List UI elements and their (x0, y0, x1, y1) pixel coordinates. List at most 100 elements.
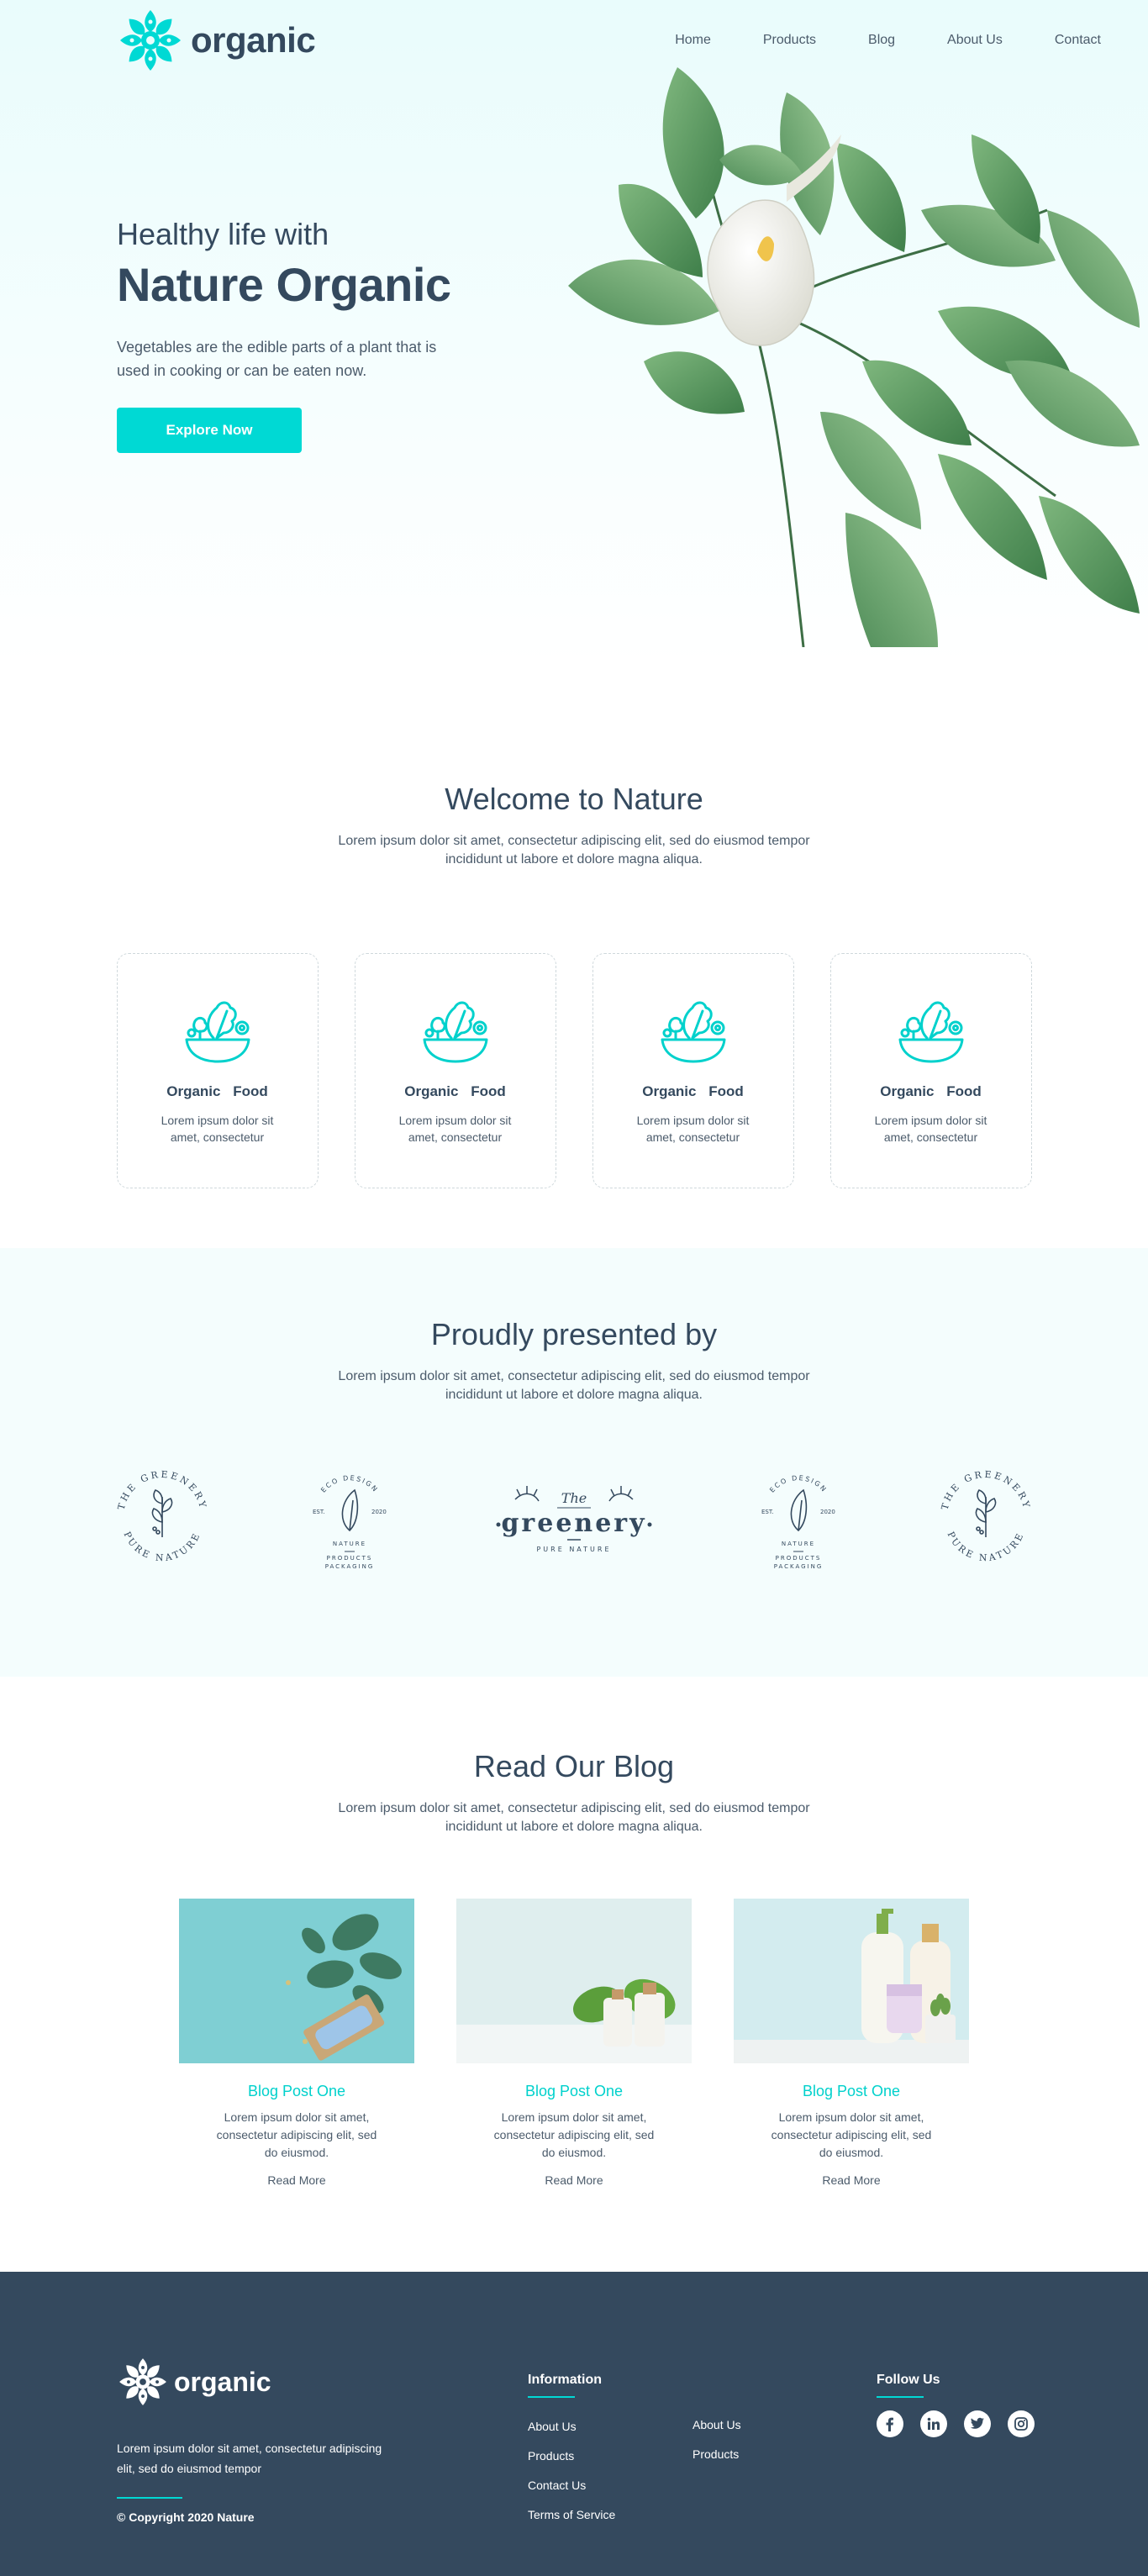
footer-brand[interactable]: organic (117, 2356, 271, 2408)
feature-title: Organic Food (166, 1083, 268, 1099)
brand-name: organic (191, 20, 316, 60)
social-links (877, 2410, 1035, 2437)
blog-title: Read Our Blog (473, 1749, 675, 1783)
copyright-text: © Copyright 2020 Nature (117, 2510, 255, 2524)
hero-title: Nature Organic (117, 258, 451, 311)
linkedin-icon[interactable] (920, 2410, 947, 2437)
svg-text:EST.: EST. (313, 1509, 325, 1515)
blog-post-title[interactable]: Blog Post One (734, 2083, 969, 2100)
blog-post-image[interactable] (734, 1899, 969, 2063)
footer-link-products-2[interactable]: Products (692, 2447, 739, 2461)
svg-text:PACKAGING: PACKAGING (774, 1563, 824, 1570)
feature-description: Lorem ipsum dolor sit amet, consectetur (161, 1114, 274, 1144)
hero-text: Healthy life with Nature Organic Vegetab… (117, 217, 503, 453)
welcome-description: Lorem ipsum dolor sit amet, consectetur … (338, 834, 810, 867)
facebook-icon[interactable] (877, 2410, 903, 2437)
blog-post-title[interactable]: Blog Post One (179, 2083, 414, 2100)
calla-lily-plant-illustration (568, 67, 1140, 647)
footer-link-contact[interactable]: Contact Us (528, 2479, 586, 2492)
svg-text:ECO DESIGN: ECO DESIGN (768, 1474, 829, 1494)
eco-design-badge-logo: ECO DESIGN EST. 2020 NATURE PRODUCTS PAC… (761, 1474, 835, 1570)
salad-bowl-icon (661, 1001, 725, 1063)
feature-title: Organic Food (642, 1083, 744, 1099)
feature-title: Organic Food (404, 1083, 506, 1099)
blog-post-excerpt: Lorem ipsum dolor sit amet, consectetur … (493, 2110, 655, 2159)
welcome-section: Welcome to Nature Lorem ipsum dolor sit … (0, 664, 1148, 1248)
flower-logo-icon (120, 10, 181, 71)
feature-description: Lorem ipsum dolor sit amet, consectetur (398, 1114, 512, 1144)
svg-text:greenery: greenery (501, 1509, 646, 1538)
information-heading-underline (528, 2396, 575, 2398)
information-heading: Information (528, 2373, 602, 2387)
salad-bowl-icon (898, 1001, 963, 1063)
greenery-badge-logo: THE GREENERY PURE NATURE (116, 1469, 207, 1563)
blog-description: Lorem ipsum dolor sit amet, consectetur … (338, 1801, 810, 1834)
feature-cards: Organic Food Lorem ipsum dolor sit amet,… (116, 953, 1032, 1188)
blog-post-title[interactable]: Blog Post One (456, 2083, 692, 2100)
partner-logos: THE GREENERY PURE NATURE ECO DESIGN EST.… (115, 1453, 1033, 1579)
hero-description: Vegetables are the edible parts of a pla… (117, 339, 437, 379)
blog-post-image[interactable] (179, 1899, 414, 2063)
blog-post-image[interactable] (456, 1899, 692, 2063)
brand-logo[interactable]: organic (117, 7, 316, 74)
svg-text:ECO DESIGN: ECO DESIGN (319, 1474, 380, 1494)
blog-posts: Blog Post One Lorem ipsum dolor sit amet… (179, 1899, 969, 2189)
greenery-badge-logo: THE GREENERY PURE NATURE (940, 1469, 1030, 1563)
partners-section: Proudly presented by Lorem ipsum dolor s… (0, 1248, 1148, 1677)
feature-description: Lorem ipsum dolor sit amet, consectetur (874, 1114, 987, 1144)
svg-text:2020: 2020 (820, 1509, 835, 1515)
footer-link-about-2[interactable]: About Us (692, 2418, 741, 2431)
top-nav: organic Home Products Blog About Us Cont… (117, 10, 1101, 71)
hero-section: organic Home Products Blog About Us Cont… (0, 0, 1148, 664)
footer-brand-name: organic (174, 2366, 271, 2397)
hero-subtitle: Healthy life with (117, 217, 329, 251)
read-more-link[interactable]: Read More (267, 2173, 325, 2187)
svg-text:PRODUCTS: PRODUCTS (776, 1555, 822, 1562)
explore-now-button[interactable]: Explore Now (117, 408, 302, 453)
svg-text:PACKAGING: PACKAGING (325, 1563, 375, 1570)
blog-post-card: Blog Post One Lorem ipsum dolor sit amet… (179, 1899, 414, 2189)
salad-bowl-icon (423, 1001, 487, 1063)
feature-card[interactable]: Organic Food Lorem ipsum dolor sit amet,… (829, 953, 1032, 1188)
blog-post-card: Blog Post One Lorem ipsum dolor sit amet… (456, 1899, 692, 2189)
twitter-icon[interactable] (964, 2410, 991, 2437)
read-more-link[interactable]: Read More (822, 2173, 880, 2187)
instagram-icon[interactable] (1008, 2410, 1035, 2437)
nav-products[interactable]: Products (763, 33, 816, 48)
follow-us-heading: Follow Us (877, 2373, 940, 2387)
salad-bowl-icon (185, 1001, 250, 1063)
feature-description: Lorem ipsum dolor sit amet, consectetur (636, 1114, 750, 1144)
footer-divider (117, 2497, 182, 2499)
feature-card[interactable]: Organic Food Lorem ipsum dolor sit amet,… (354, 953, 556, 1188)
nav-about[interactable]: About Us (947, 33, 1003, 48)
blog-post-excerpt: Lorem ipsum dolor sit amet, consectetur … (216, 2110, 377, 2159)
svg-text:EST.: EST. (761, 1509, 774, 1515)
footer-link-terms[interactable]: Terms of Service (528, 2508, 615, 2521)
svg-text:The: The (561, 1490, 587, 1506)
greenery-wordmark-logo: The greenery PURE NATURE (496, 1486, 652, 1553)
blog-post-excerpt: Lorem ipsum dolor sit amet, consectetur … (771, 2110, 932, 2159)
nav-menu: Home Products Blog About Us Contact (623, 33, 1101, 48)
svg-text:2020: 2020 (371, 1509, 387, 1515)
nav-contact[interactable]: Contact (1055, 33, 1101, 48)
svg-text:PURE NATURE: PURE NATURE (536, 1546, 611, 1553)
blog-section: Read Our Blog Lorem ipsum dolor sit amet… (0, 1677, 1148, 2272)
svg-text:NATURE: NATURE (782, 1541, 815, 1547)
svg-text:PRODUCTS: PRODUCTS (327, 1555, 373, 1562)
eco-design-badge-logo: ECO DESIGN EST. 2020 NATURE PRODUCTS PAC… (313, 1474, 387, 1570)
blog-post-card: Blog Post One Lorem ipsum dolor sit amet… (734, 1899, 969, 2189)
footer-link-products[interactable]: Products (528, 2449, 574, 2463)
nav-blog[interactable]: Blog (868, 33, 895, 48)
footer-description: Lorem ipsum dolor sit amet, consectetur … (117, 2442, 382, 2475)
partners-title: Proudly presented by (430, 1317, 718, 1351)
partners-description: Lorem ipsum dolor sit amet, consectetur … (338, 1369, 810, 1402)
follow-us-heading-underline (877, 2396, 924, 2398)
svg-text:NATURE: NATURE (333, 1541, 366, 1547)
read-more-link[interactable]: Read More (545, 2173, 603, 2187)
flower-logo-icon (119, 2358, 166, 2405)
footer-link-about[interactable]: About Us (528, 2420, 577, 2433)
feature-card[interactable]: Organic Food Lorem ipsum dolor sit amet,… (116, 953, 319, 1188)
feature-card[interactable]: Organic Food Lorem ipsum dolor sit amet,… (592, 953, 794, 1188)
nav-home[interactable]: Home (675, 33, 711, 48)
welcome-title: Welcome to Nature (445, 782, 703, 816)
